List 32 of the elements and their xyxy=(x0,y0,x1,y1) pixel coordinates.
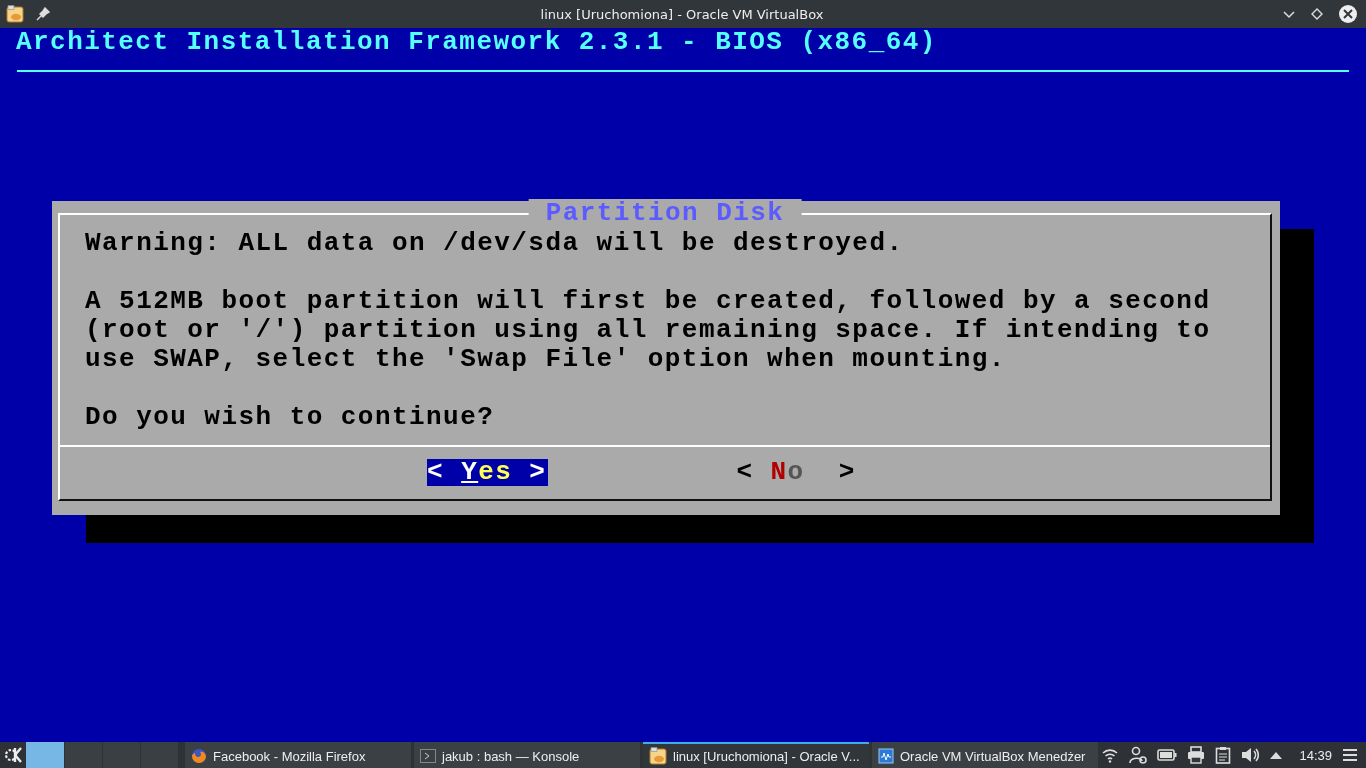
monitor-icon xyxy=(878,748,894,764)
terminal-icon xyxy=(420,748,436,764)
firefox-icon xyxy=(191,748,207,764)
pin-icon[interactable] xyxy=(36,7,50,21)
window-title: linux [Uruchomiona] - Oracle VM VirtualBox xyxy=(539,6,825,22)
menu-icon[interactable] xyxy=(1342,748,1358,762)
dialog-text: Do you wish to continue? xyxy=(85,403,496,432)
printer-icon[interactable] xyxy=(1187,746,1206,764)
no-button[interactable]: < No > xyxy=(736,459,856,486)
taskbar-button[interactable]: Oracle VM VirtualBox Menedżer xyxy=(872,742,1098,768)
user-icon[interactable] xyxy=(1129,746,1148,764)
wifi-icon[interactable] xyxy=(1101,747,1120,763)
taskbar-button[interactable]: linux [Uruchomiona] - Oracle V... xyxy=(643,742,869,768)
dialog-text: Warning: ALL data on /dev/sda will be destroyed. xyxy=(85,229,905,258)
volume-icon[interactable] xyxy=(1241,746,1260,764)
battery-icon[interactable] xyxy=(1157,748,1178,762)
dialog-text: A 512MB boot partition will first be created, followed by a second (root or '/') partition using all remaining space. If intending to use SWAP, select the 'Swap File' option when mounting. xyxy=(85,287,1212,374)
clipboard-icon[interactable] xyxy=(1215,746,1232,764)
desktop-thumbnail[interactable] xyxy=(26,742,64,768)
yes-button[interactable]: < Yes > xyxy=(427,459,549,486)
expand-icon[interactable] xyxy=(1269,750,1284,760)
installer-header: Architect Installation Framework 2.3.1 - BIOS (x86_64) xyxy=(15,28,937,57)
desktop-thumbnail[interactable] xyxy=(141,742,178,768)
virtual-machine-icon xyxy=(649,747,667,765)
close-icon[interactable] xyxy=(1338,4,1358,24)
virtual-machine-icon xyxy=(6,5,24,23)
desktop-thumbnail[interactable] xyxy=(103,742,140,768)
clock[interactable]: 14:39 xyxy=(1299,747,1332,763)
maximize-icon[interactable] xyxy=(1310,7,1324,21)
taskbar-button[interactable]: jakub : bash — Konsole xyxy=(414,742,640,768)
taskbar-button[interactable]: Facebook - Mozilla Firefox xyxy=(185,742,411,768)
desktop-thumbnail[interactable] xyxy=(65,742,102,768)
